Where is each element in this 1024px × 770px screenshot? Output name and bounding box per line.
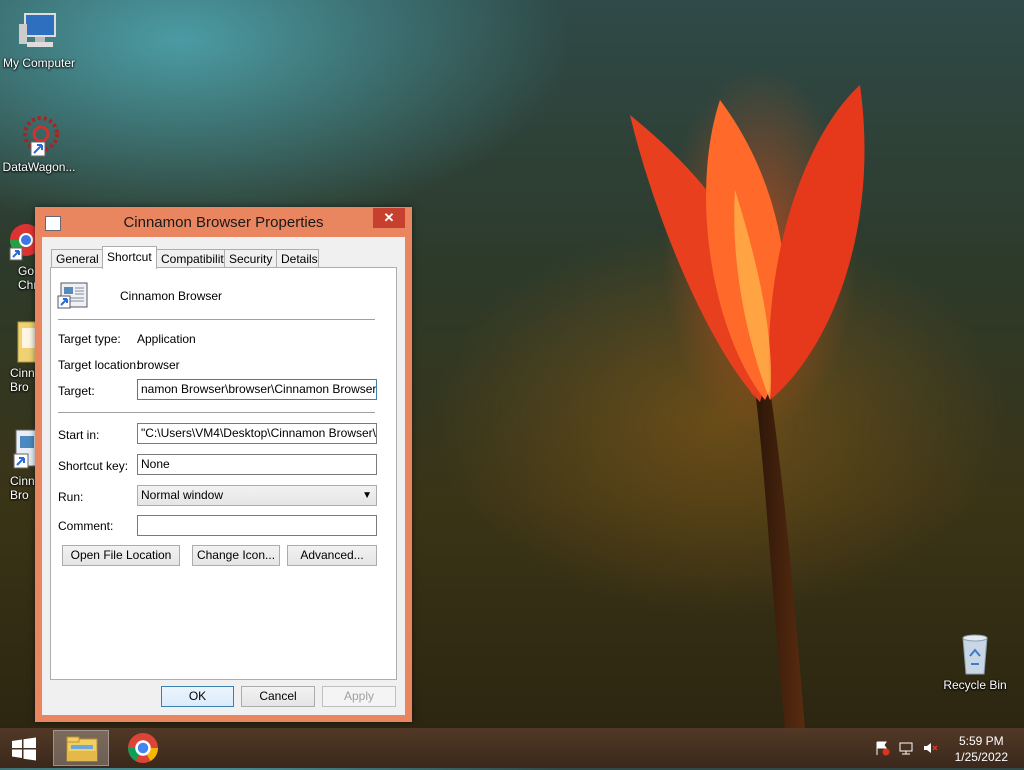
tab-security[interactable]: Security xyxy=(224,249,277,268)
target-type-label: Target type: xyxy=(58,332,121,346)
system-clock[interactable]: 5:59 PM 1/25/2022 xyxy=(955,733,1008,765)
volume-muted-icon[interactable] xyxy=(922,740,938,756)
app-icon xyxy=(57,282,89,310)
target-location-label: Target location: xyxy=(58,358,140,372)
network-icon[interactable] xyxy=(898,740,914,756)
target-location-value: browser xyxy=(137,358,180,372)
run-select[interactable]: Normal window ▼ xyxy=(137,485,377,506)
chevron-down-icon: ▼ xyxy=(362,490,372,501)
tab-shortcut[interactable]: Shortcut xyxy=(102,246,157,269)
comment-input[interactable] xyxy=(137,515,377,536)
properties-dialog: Cinnamon Browser Properties ✕ General Sh… xyxy=(35,207,412,722)
desktop-icon-datawagon[interactable]: DataWagon... xyxy=(0,114,78,174)
start-in-input[interactable]: "C:\Users\VM4\Desktop\Cinnamon Browser\b… xyxy=(137,423,377,444)
desktop-icon-label: My Computer xyxy=(2,56,76,70)
folder-icon xyxy=(0,320,36,364)
file-explorer-icon xyxy=(66,736,98,762)
desktop-icon-my-computer[interactable]: My Computer xyxy=(0,10,78,70)
action-center-flag-icon[interactable] xyxy=(874,740,890,756)
desktop-icon-label-line2: Bro xyxy=(10,488,29,502)
app-shortcut-icon xyxy=(0,428,36,472)
change-icon-button[interactable]: Change Icon... xyxy=(192,545,280,566)
target-input[interactable]: namon Browser\browser\Cinnamon Browser.e… xyxy=(137,379,377,400)
desktop-icon-label-line2: Chr xyxy=(18,278,36,292)
divider xyxy=(58,412,375,413)
desktop-icon-label: Cinn xyxy=(10,366,35,380)
desktop-icon-google-chrome[interactable]: Go Chr xyxy=(0,218,36,292)
title-bar[interactable]: Cinnamon Browser Properties ✕ xyxy=(35,207,412,237)
open-file-location-button[interactable]: Open File Location xyxy=(62,545,180,566)
start-in-label: Start in: xyxy=(58,428,100,442)
desktop-icon-cinnamon-shortcut[interactable]: Cinn Bro xyxy=(0,428,36,502)
clock-time: 5:59 PM xyxy=(958,734,1004,748)
run-label: Run: xyxy=(58,490,84,504)
windows-logo-icon xyxy=(12,737,36,761)
tab-compatibility[interactable]: Compatibility xyxy=(156,249,230,268)
tab-details[interactable]: Details xyxy=(276,249,319,268)
taskbar-file-explorer[interactable] xyxy=(53,730,109,766)
taskbar: 5:59 PM 1/25/2022 xyxy=(0,728,1024,768)
app-name: Cinnamon Browser xyxy=(120,289,223,303)
dialog-client-area: General Shortcut Compatibility Security … xyxy=(42,237,405,715)
desktop-icon-label: DataWagon... xyxy=(2,160,76,174)
run-select-value: Normal window xyxy=(141,488,224,502)
advanced-button[interactable]: Advanced... xyxy=(287,545,377,566)
shortcut-key-input[interactable]: None xyxy=(137,454,377,475)
dialog-title: Cinnamon Browser Properties xyxy=(123,214,324,231)
tab-general[interactable]: General xyxy=(51,249,103,268)
desktop-icon-recycle-bin[interactable]: Recycle Bin xyxy=(936,632,1014,692)
recycle-bin-icon xyxy=(953,632,997,676)
shortcut-panel: Cinnamon Browser Target type: Applicatio… xyxy=(50,267,397,680)
desktop-icon-label: Cinn xyxy=(10,474,35,488)
wallpaper-tulip xyxy=(630,85,865,730)
datawagon-icon xyxy=(17,114,61,158)
target-type-value: Application xyxy=(137,332,196,346)
computer-icon xyxy=(17,10,61,54)
divider xyxy=(58,319,375,320)
ok-button[interactable]: OK xyxy=(161,686,234,707)
target-label: Target: xyxy=(58,384,95,398)
clock-date: 1/25/2022 xyxy=(954,750,1008,764)
desktop-icon-label-line2: Bro xyxy=(10,380,29,394)
desktop-icon-label: Go xyxy=(18,264,35,278)
cancel-button[interactable]: Cancel xyxy=(241,686,315,707)
shortcut-key-label: Shortcut key: xyxy=(58,459,129,473)
desktop-icon-cinnamon-folder[interactable]: Cinn Bro xyxy=(0,320,36,394)
chrome-icon xyxy=(128,733,158,763)
chrome-icon xyxy=(0,218,36,262)
taskbar-chrome[interactable] xyxy=(115,730,171,766)
desktop-icon-label: Recycle Bin xyxy=(943,678,1007,692)
comment-label: Comment: xyxy=(58,519,114,533)
apply-button[interactable]: Apply xyxy=(322,686,396,707)
start-button[interactable] xyxy=(10,737,38,761)
close-button[interactable]: ✕ xyxy=(373,208,405,228)
